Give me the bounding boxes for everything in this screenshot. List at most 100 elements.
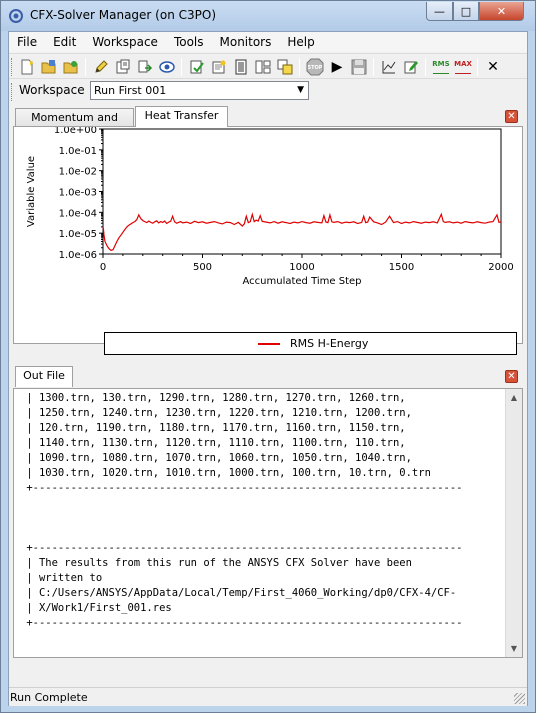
cfx-app-icon	[9, 9, 23, 23]
y-tick-label: 1.0e-06	[59, 250, 97, 261]
tab-out-file[interactable]: Out File	[15, 366, 73, 387]
toolbar-grip[interactable]	[11, 58, 14, 76]
solver-manager-window: CFX-Solver Manager (on C3PO) — □ ✕ File …	[0, 0, 536, 713]
vertical-scrollbar[interactable]: ▲ ▼	[505, 389, 522, 657]
layout-icon[interactable]	[253, 57, 273, 77]
minimize-button[interactable]: —	[426, 2, 453, 21]
maximize-icon: □	[460, 4, 472, 18]
out-line: | 1030.trn, 1020.trn, 1010.trn, 1000.trn…	[20, 467, 431, 479]
save-results-icon[interactable]	[349, 57, 369, 77]
close-icon: ✕	[496, 4, 507, 18]
legend: RMS H-Energy	[104, 332, 517, 355]
arrange-icon[interactable]	[275, 57, 295, 77]
edit-monitor-icon[interactable]	[401, 57, 421, 77]
out-line: | 1250.trn, 1240.trn, 1230.trn, 1220.trn…	[20, 407, 412, 419]
close-window-button[interactable]: ✕	[479, 2, 524, 21]
y-axis-label: Variable Value	[26, 156, 37, 227]
plot-frame	[102, 128, 502, 255]
open-icon[interactable]	[39, 57, 59, 77]
status-text: Run Complete	[10, 691, 88, 704]
y-tick-label: 1.0e-03	[59, 188, 97, 199]
x-axis-label: Accumulated Time Step	[242, 276, 361, 287]
close-plot-icon[interactable]: ✕	[505, 110, 518, 123]
menu-tools[interactable]: Tools	[166, 32, 212, 52]
results-file-icon[interactable]	[231, 57, 251, 77]
workspace-bar: Workspace Run First 001 ▼	[9, 79, 527, 103]
edit-icon[interactable]	[91, 57, 111, 77]
new-run-icon[interactable]	[17, 57, 37, 77]
close-tool-icon[interactable]: ✕	[483, 57, 503, 77]
menu-file[interactable]: File	[9, 32, 45, 52]
stop-label: STOP	[308, 65, 323, 71]
out-line: | written to	[20, 572, 103, 584]
menu-monitors[interactable]: Monitors	[212, 32, 280, 52]
scroll-down-icon[interactable]: ▼	[507, 641, 521, 656]
close-tool-glyph: ✕	[487, 59, 499, 75]
plot-area: 1.0e-06 1.0e-05 1.0e-04 1.0e-03 1.0e-02 1.0e-…	[13, 126, 523, 355]
residual-chart: 1.0e-06 1.0e-05 1.0e-04 1.0e-03 1.0e-02 1.0e-…	[26, 127, 514, 287]
legend-swatch	[258, 343, 280, 345]
plot-panel: Momentum and Mass Heat Transfer ✕ 1.0e-0…	[13, 106, 523, 355]
minimize-icon: —	[434, 4, 445, 18]
tab-heat-transfer[interactable]: Heat Transfer	[135, 106, 228, 127]
y-tick-label: 1.0e+00	[54, 127, 97, 136]
start-icon[interactable]: ▶	[327, 57, 347, 77]
view-icon[interactable]	[157, 57, 177, 77]
monitor-run-icon[interactable]	[187, 57, 207, 77]
backup-icon[interactable]	[209, 57, 229, 77]
out-file-text[interactable]: | 1300.trn, 130.trn, 1290.trn, 1280.trn,…	[13, 388, 523, 658]
client-area: File Edit Workspace Tools Monitors Help …	[8, 31, 528, 706]
export-icon[interactable]	[135, 57, 155, 77]
workspace-select[interactable]: Run First 001 ▼	[90, 81, 309, 100]
menu-workspace[interactable]: Workspace	[84, 32, 166, 52]
window-title: CFX-Solver Manager (on C3PO)	[30, 8, 216, 22]
x-tick-label: 1500	[389, 262, 414, 273]
rms-icon[interactable]: RMS	[431, 57, 451, 77]
tab-out-file-label: Out File	[23, 369, 65, 382]
out-line: | 1300.trn, 130.trn, 1290.trn, 1280.trn,…	[20, 392, 406, 404]
title-bar[interactable]: CFX-Solver Manager (on C3PO) — □ ✕	[1, 1, 535, 31]
y-tick-label: 1.0e-04	[59, 208, 97, 219]
out-line: | C:/Users/ANSYS/AppData/Local/Temp/Firs…	[20, 587, 457, 599]
x-tick-label: 2000	[488, 262, 513, 273]
rms-label: RMS	[432, 60, 450, 68]
legend-label: RMS H-Energy	[290, 337, 369, 350]
y-tick-label: 1.0e-05	[59, 229, 97, 240]
out-line: | 120.trn, 1190.trn, 1180.trn, 1170.trn,…	[20, 422, 406, 434]
out-line: | 1140.trn, 1130.trn, 1120.trn, 1110.trn…	[20, 437, 406, 449]
tab-momentum-and-mass[interactable]: Momentum and Mass	[15, 108, 134, 141]
y-tick-label: 1.0e-02	[59, 167, 97, 178]
x-tick-label: 500	[193, 262, 212, 273]
scroll-up-icon[interactable]: ▲	[507, 390, 521, 405]
y-tick-label: 1.0e-01	[59, 146, 97, 157]
status-bar: Run Complete	[9, 687, 527, 706]
close-plot-glyph: ✕	[507, 111, 516, 122]
start-glyph: ▶	[331, 59, 343, 75]
close-out-glyph: ✕	[507, 371, 516, 382]
menu-edit[interactable]: Edit	[45, 32, 84, 52]
open-run-icon[interactable]	[61, 57, 81, 77]
menu-help[interactable]: Help	[279, 32, 322, 52]
x-tick-label: 0	[100, 262, 106, 273]
workspace-label: Workspace	[19, 83, 85, 97]
close-out-file-icon[interactable]: ✕	[505, 370, 518, 383]
x-tick-label: 1000	[289, 262, 314, 273]
out-line: | X/Work1/First_001.res	[20, 602, 172, 614]
out-line: +---------------------------------------…	[20, 617, 463, 629]
max-icon[interactable]: MAX	[453, 57, 473, 77]
save-icon[interactable]	[113, 57, 133, 77]
plot-icon[interactable]	[379, 57, 399, 77]
out-line: +---------------------------------------…	[20, 542, 463, 554]
workspace-selected: Run First 001	[94, 84, 167, 97]
toolbar: STOP ▶ RMS MAX ✕	[9, 53, 527, 79]
out-line: | The results from this run of the ANSYS…	[20, 557, 412, 569]
stop-icon[interactable]: STOP	[305, 57, 325, 77]
out-line: | 1090.trn, 1080.trn, 1070.trn, 1060.trn…	[20, 452, 412, 464]
workspace-grip[interactable]	[11, 83, 14, 101]
max-label: MAX	[454, 60, 472, 68]
out-line: +---------------------------------------…	[20, 482, 463, 494]
resize-grip[interactable]	[514, 693, 525, 704]
maximize-button[interactable]: □	[453, 2, 479, 21]
tab-heat-label: Heat Transfer	[144, 109, 219, 122]
menu-bar: File Edit Workspace Tools Monitors Help	[9, 32, 527, 52]
